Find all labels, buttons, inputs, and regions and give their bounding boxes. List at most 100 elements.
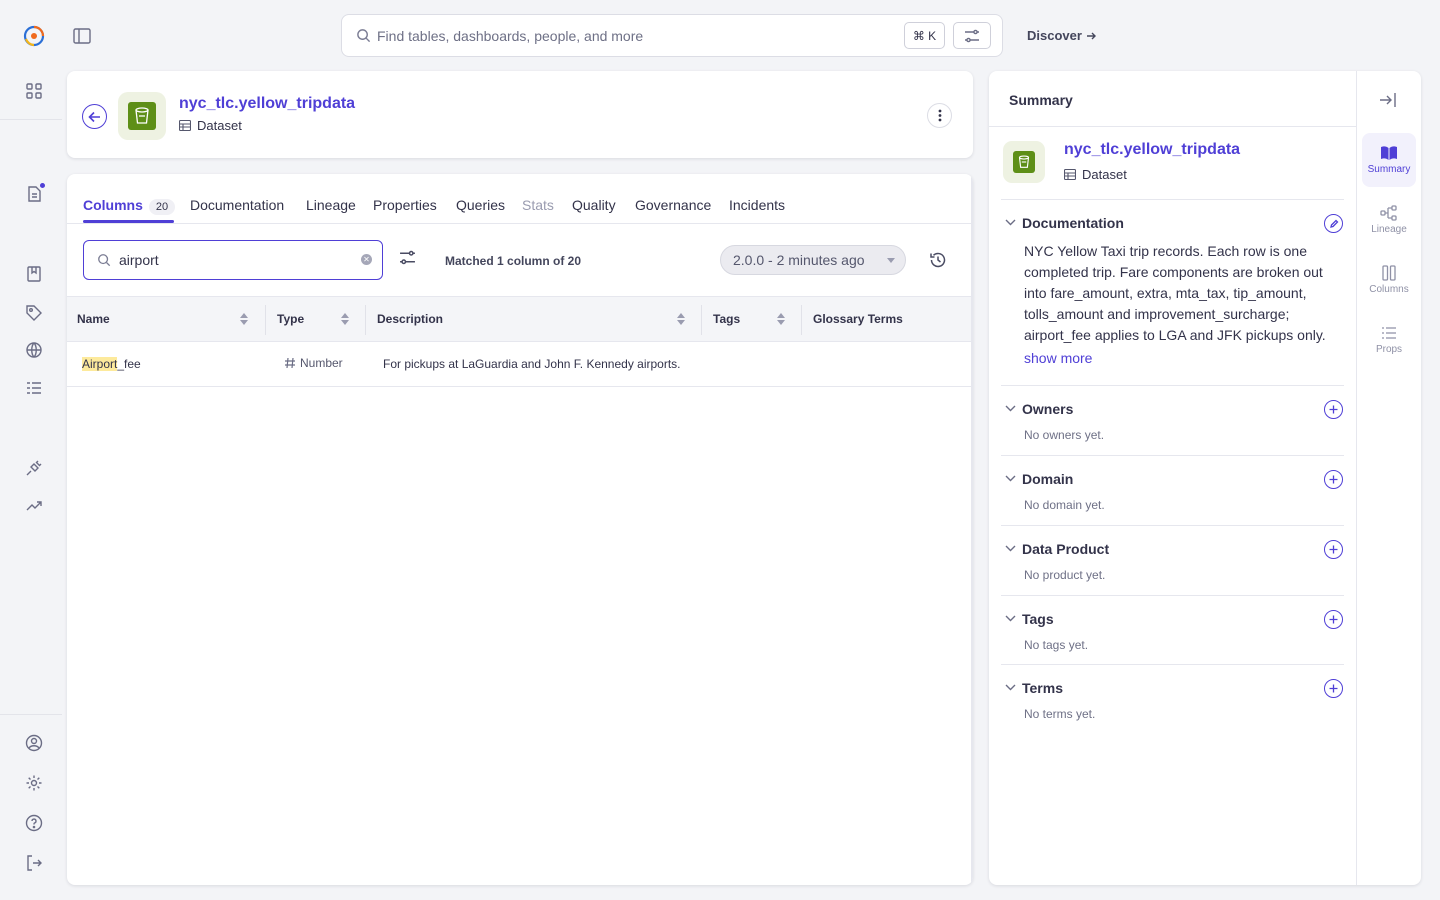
owners-title[interactable]: Owners	[1022, 401, 1073, 417]
user-profile-icon[interactable]	[22, 731, 46, 755]
discover-link[interactable]: Discover	[1027, 28, 1097, 43]
column-type-label: Number	[300, 356, 343, 370]
documentation-text: NYC Yellow Taxi trip records. Each row i…	[1024, 243, 1326, 343]
column-description-cell[interactable]: For pickups at LaGuardia and John F. Ken…	[383, 357, 681, 371]
name-rest: _fee	[117, 357, 141, 371]
tag-icon[interactable]	[22, 301, 46, 325]
number-hash-icon	[284, 357, 296, 369]
side-tab-summary[interactable]: Summary	[1362, 133, 1416, 187]
glossary-book-icon[interactable]	[22, 262, 46, 286]
collapse-panel-icon[interactable]	[1379, 92, 1397, 108]
columns-panel: Columns 20 Documentation Lineage Properti…	[67, 174, 973, 885]
tab-quality[interactable]: Quality	[572, 197, 616, 213]
tab-lineage[interactable]: Lineage	[306, 197, 356, 213]
chevron-down-icon[interactable]	[1005, 475, 1016, 482]
chevron-down-icon[interactable]	[1005, 405, 1016, 412]
list-icon[interactable]	[22, 376, 46, 400]
column-name-cell[interactable]: Airport_fee	[82, 357, 141, 371]
trend-chart-icon[interactable]	[22, 493, 46, 517]
tab-properties[interactable]: Properties	[373, 197, 437, 213]
owners-empty-text: No owners yet.	[1024, 428, 1105, 442]
globe-icon[interactable]	[22, 338, 46, 362]
data-product-section: Data Product No product yet.	[1001, 525, 1344, 595]
column-filter-icon[interactable]	[399, 250, 416, 265]
add-term-plus-icon[interactable]	[1324, 679, 1343, 698]
side-tab-lineage[interactable]: Lineage	[1362, 193, 1416, 247]
keyboard-shortcut-badge: ⌘ K	[904, 22, 945, 49]
help-icon[interactable]	[22, 811, 46, 835]
vertical-scrollbar[interactable]	[971, 174, 973, 885]
side-tab-columns[interactable]: Columns	[1362, 253, 1416, 307]
properties-list-icon	[1381, 325, 1397, 341]
header-glossary-terms[interactable]: Glossary Terms	[813, 312, 903, 326]
summary-dataset-name[interactable]: nyc_tlc.yellow_tripdata	[1064, 141, 1240, 159]
header-tags[interactable]: Tags	[713, 312, 740, 326]
add-data-product-plus-icon[interactable]	[1324, 540, 1343, 559]
search-filter-button[interactable]	[953, 22, 991, 49]
sidebar-toggle-icon[interactable]	[70, 24, 94, 48]
tab-incidents[interactable]: Incidents	[729, 197, 785, 213]
table-header: Name Type Description Tags Glossary Term…	[67, 296, 971, 342]
tab-governance[interactable]: Governance	[635, 197, 711, 213]
header-name[interactable]: Name	[77, 312, 110, 326]
dataset-title[interactable]: nyc_tlc.yellow_tripdata	[179, 95, 355, 113]
documentation-title[interactable]: Documentation	[1022, 215, 1124, 231]
tab-columns-count: 20	[148, 199, 176, 215]
sort-icon[interactable]	[777, 313, 785, 325]
summary-type-label: Dataset	[1082, 167, 1127, 182]
sort-icon[interactable]	[341, 313, 349, 325]
side-tab-props[interactable]: Props	[1362, 313, 1416, 367]
discover-label[interactable]: Discover	[1027, 28, 1082, 43]
domain-section: Domain No domain yet.	[1001, 455, 1344, 525]
edit-pencil-icon[interactable]	[1324, 214, 1343, 233]
tab-stats[interactable]: Stats	[522, 197, 554, 213]
table-icon	[179, 120, 191, 131]
book-open-icon	[1380, 145, 1398, 161]
logout-icon[interactable]	[22, 851, 46, 875]
version-dropdown[interactable]: 2.0.0 - 2 minutes ago	[720, 245, 906, 275]
sort-icon[interactable]	[240, 313, 248, 325]
data-product-empty-text: No product yet.	[1024, 568, 1106, 582]
matched-count-text: Matched 1 column of 20	[445, 254, 582, 268]
sort-icon[interactable]	[677, 313, 685, 325]
add-tag-plus-icon[interactable]	[1324, 610, 1343, 629]
tab-columns[interactable]: Columns 20	[83, 197, 176, 215]
apps-grid-icon[interactable]	[22, 79, 46, 103]
data-product-title[interactable]: Data Product	[1022, 541, 1109, 557]
notes-icon[interactable]	[22, 182, 46, 206]
settings-gear-icon[interactable]	[22, 771, 46, 795]
tab-documentation[interactable]: Documentation	[190, 197, 284, 213]
domain-title[interactable]: Domain	[1022, 471, 1073, 487]
table-row[interactable]: Airport_fee Number For pickups at LaGuar…	[67, 342, 971, 387]
tab-columns-label[interactable]: Columns	[83, 197, 143, 213]
tab-queries[interactable]: Queries	[456, 197, 505, 213]
header-type[interactable]: Type	[277, 312, 304, 326]
chevron-down-icon[interactable]	[1005, 219, 1016, 226]
header-description[interactable]: Description	[377, 312, 443, 326]
back-button[interactable]	[82, 104, 107, 129]
app-logo-icon[interactable]	[22, 24, 46, 48]
plug-icon[interactable]	[22, 456, 46, 480]
column-search-value[interactable]: airport	[119, 252, 159, 268]
terms-title[interactable]: Terms	[1022, 680, 1063, 696]
chevron-down-icon[interactable]	[1005, 615, 1016, 622]
terms-section: Terms No terms yet.	[1001, 664, 1344, 734]
caret-down-icon	[887, 258, 895, 263]
column-search-input[interactable]: airport ✕	[83, 240, 383, 280]
more-options-button[interactable]	[927, 103, 952, 128]
version-label[interactable]: 2.0.0 - 2 minutes ago	[733, 252, 865, 268]
clear-search-icon[interactable]: ✕	[361, 254, 372, 265]
chevron-down-icon[interactable]	[1005, 545, 1016, 552]
tags-empty-text: No tags yet.	[1024, 638, 1089, 652]
add-domain-plus-icon[interactable]	[1324, 470, 1343, 489]
global-search-bar[interactable]: Find tables, dashboards, people, and mor…	[341, 14, 1003, 57]
search-placeholder[interactable]: Find tables, dashboards, people, and mor…	[377, 28, 643, 44]
add-owner-plus-icon[interactable]	[1324, 400, 1343, 419]
active-tab-indicator	[83, 220, 174, 223]
left-nav-rail	[0, 0, 62, 900]
tags-title[interactable]: Tags	[1022, 611, 1054, 627]
show-more-link[interactable]: show more	[1024, 350, 1092, 366]
columns-icon	[1381, 265, 1397, 281]
history-icon[interactable]	[929, 251, 947, 269]
chevron-down-icon[interactable]	[1005, 684, 1016, 691]
